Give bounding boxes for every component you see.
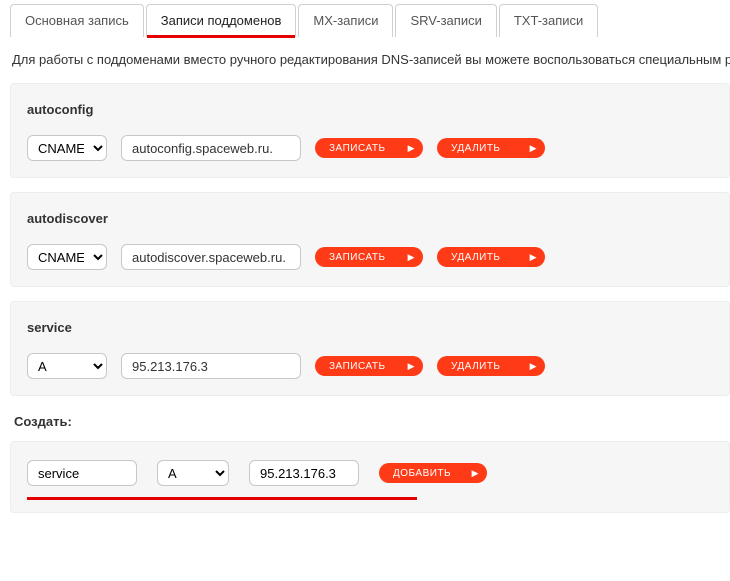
delete-button-label: УДАЛИТЬ: [451, 143, 522, 154]
tab-mx-records[interactable]: MX-записи: [298, 4, 393, 37]
record-type-select[interactable]: ACNAME: [27, 135, 107, 161]
save-button-label: ЗАПИСАТЬ: [329, 143, 400, 154]
create-name-input[interactable]: [27, 460, 137, 486]
delete-button-label: УДАЛИТЬ: [451, 361, 522, 372]
save-button-label: ЗАПИСАТЬ: [329, 252, 400, 263]
record-panel: autoconfig ACNAME ЗАПИСАТЬ ▶ УДАЛИТЬ ▶: [10, 83, 730, 178]
chevron-right-icon: ▶: [530, 362, 537, 371]
add-button-label: ДОБАВИТЬ: [393, 468, 464, 479]
chevron-right-icon: ▶: [408, 362, 415, 371]
record-row: ACNAME ЗАПИСАТЬ ▶ УДАЛИТЬ ▶: [27, 244, 713, 270]
record-name: autodiscover: [27, 211, 713, 226]
record-type-select[interactable]: ACNAME: [27, 353, 107, 379]
create-value-input[interactable]: [249, 460, 359, 486]
tab-txt-records[interactable]: TXT-записи: [499, 4, 598, 37]
save-button[interactable]: ЗАПИСАТЬ ▶: [315, 138, 423, 158]
tab-srv-records[interactable]: SRV-записи: [395, 4, 496, 37]
record-row: ACNAME ЗАПИСАТЬ ▶ УДАЛИТЬ ▶: [27, 353, 713, 379]
chevron-right-icon: ▶: [408, 144, 415, 153]
record-name: autoconfig: [27, 102, 713, 117]
delete-button[interactable]: УДАЛИТЬ ▶: [437, 247, 545, 267]
delete-button[interactable]: УДАЛИТЬ ▶: [437, 356, 545, 376]
create-panel: ACNAME ДОБАВИТЬ ▶: [10, 441, 730, 513]
highlight-underline: [27, 497, 417, 500]
tab-main-record[interactable]: Основная запись: [10, 4, 144, 37]
tab-subdomain-records[interactable]: Записи поддоменов: [146, 4, 297, 37]
record-value-input[interactable]: [121, 135, 301, 161]
record-name: service: [27, 320, 713, 335]
create-type-select[interactable]: ACNAME: [157, 460, 229, 486]
chevron-right-icon: ▶: [408, 253, 415, 262]
record-panel: autodiscover ACNAME ЗАПИСАТЬ ▶ УДАЛИТЬ ▶: [10, 192, 730, 287]
create-section-label: Создать:: [14, 414, 730, 429]
chevron-right-icon: ▶: [530, 144, 537, 153]
record-type-select[interactable]: ACNAME: [27, 244, 107, 270]
record-panel: service ACNAME ЗАПИСАТЬ ▶ УДАЛИТЬ ▶: [10, 301, 730, 396]
record-value-input[interactable]: [121, 244, 301, 270]
tabs-bar: Основная запись Записи поддоменов MX-зап…: [10, 4, 730, 38]
delete-button-label: УДАЛИТЬ: [451, 252, 522, 263]
record-value-input[interactable]: [121, 353, 301, 379]
record-row: ACNAME ЗАПИСАТЬ ▶ УДАЛИТЬ ▶: [27, 135, 713, 161]
delete-button[interactable]: УДАЛИТЬ ▶: [437, 138, 545, 158]
description-text: Для работы с поддоменами вместо ручного …: [12, 52, 730, 67]
add-button[interactable]: ДОБАВИТЬ ▶: [379, 463, 487, 483]
chevron-right-icon: ▶: [530, 253, 537, 262]
chevron-right-icon: ▶: [472, 469, 479, 478]
save-button[interactable]: ЗАПИСАТЬ ▶: [315, 356, 423, 376]
save-button[interactable]: ЗАПИСАТЬ ▶: [315, 247, 423, 267]
save-button-label: ЗАПИСАТЬ: [329, 361, 400, 372]
